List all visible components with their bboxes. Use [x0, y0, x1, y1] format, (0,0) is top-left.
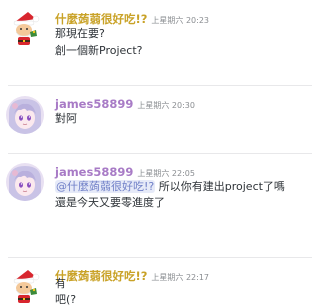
username[interactable]: 什麼蒟蒻很好吃!? [55, 12, 147, 26]
message-text: 創一個新Project? [55, 44, 143, 57]
timestamp[interactable]: 上星期六 22:17 [151, 273, 209, 282]
anime-girl-avatar[interactable] [6, 163, 44, 201]
message-text: @什麼蒟蒻很好吃!? 所以你有建出project了嗎 [55, 180, 285, 194]
message-text-segment: 所以你有建出project了嗎 [158, 180, 285, 193]
message-group: james58899 上星期六 22:05 @什麼蒟蒻很好吃!? 所以你有建出pr… [0, 154, 320, 249]
message-text: 有 [55, 277, 66, 290]
message-header: james58899 上星期六 20:30 [55, 96, 195, 113]
anime-girl-avatar[interactable] [6, 96, 44, 134]
message-header: 什麼蒟蒻很好吃!? 上星期六 22:17 [55, 268, 209, 285]
username[interactable]: james58899 [55, 97, 133, 111]
timestamp[interactable]: 上星期六 20:23 [151, 16, 209, 25]
message-text: 吧(? [55, 293, 77, 306]
username[interactable]: 什麼蒟蒻很好吃!? [55, 269, 147, 283]
chat-messages: 什麼蒟蒻很好吃!? 上星期六 20:23 那現在要? 創一個新Project? j… [0, 0, 320, 308]
message-header: 什麼蒟蒻很好吃!? 上星期六 20:23 [55, 11, 209, 28]
timestamp[interactable]: 上星期六 20:30 [137, 101, 195, 110]
username[interactable]: james58899 [55, 165, 133, 179]
message-group: 什麼蒟蒻很好吃!? 上星期六 22:17 有 吧(? [0, 258, 320, 308]
message-text: 那現在要? [55, 27, 105, 40]
timestamp[interactable]: 上星期六 22:05 [137, 169, 195, 178]
message-text: 還是今天又要零進度了 [55, 196, 165, 209]
message-group: 什麼蒟蒻很好吃!? 上星期六 20:23 那現在要? 創一個新Project? [0, 0, 320, 75]
user-mention[interactable]: @什麼蒟蒻很好吃!? [55, 180, 156, 193]
santa-character-avatar[interactable] [6, 268, 44, 306]
santa-character-avatar[interactable] [6, 10, 44, 48]
message-text: 對阿 [55, 112, 77, 125]
message-header: james58899 上星期六 22:05 [55, 164, 195, 181]
message-group: james58899 上星期六 20:30 對阿 [0, 86, 320, 146]
